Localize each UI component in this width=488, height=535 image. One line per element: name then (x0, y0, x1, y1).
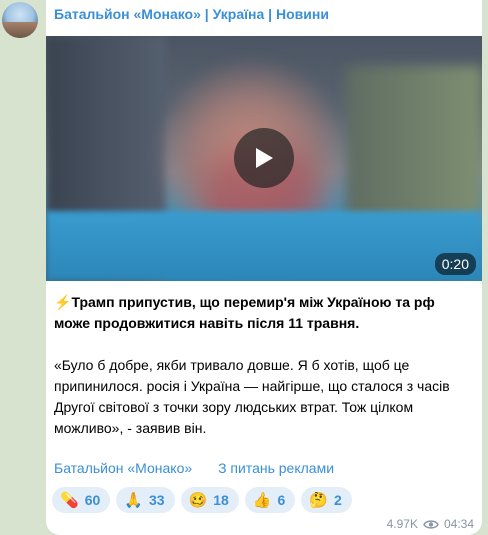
ads-link[interactable]: З питань реклами (218, 460, 334, 476)
pill-emoji-icon: 💊 (60, 491, 79, 509)
channel-avatar[interactable] (2, 2, 38, 38)
message-bubble: Батальйон «Монако» | Україна | Новини 0:… (46, 0, 482, 535)
reactions-bar: 💊 60 🙏 33 🥴 18 👍 6 🤔 2 (52, 487, 352, 513)
lightning-icon: ⚡ (54, 294, 72, 310)
reaction-pill[interactable]: 💊 60 (52, 487, 111, 513)
play-icon (256, 148, 273, 168)
view-count: 4.97K (386, 517, 418, 531)
channel-title[interactable]: Батальйон «Монако» | Україна | Новини (54, 6, 329, 22)
reaction-thumbs-up[interactable]: 👍 6 (244, 487, 296, 513)
video-preview[interactable]: 0:20 (46, 36, 482, 281)
post-text: ⚡Трамп припустив, що перемир'я між Украї… (54, 292, 474, 439)
post-links: Батальйон «Монако» З питань реклами (54, 460, 356, 476)
message-time: 04:34 (443, 517, 474, 531)
thinking-emoji-icon: 🤔 (309, 491, 328, 509)
pray-emoji-icon: 🙏 (124, 491, 143, 509)
avatar-image (2, 22, 38, 38)
channel-link[interactable]: Батальйон «Монако» (54, 460, 192, 476)
thumbs-up-emoji-icon: 👍 (252, 491, 272, 509)
woozy-emoji-icon: 🥴 (188, 491, 208, 509)
reaction-woozy[interactable]: 🥴 18 (180, 487, 239, 513)
reaction-thinking[interactable]: 🤔 2 (301, 487, 352, 513)
eye-icon (423, 519, 439, 529)
reaction-pray[interactable]: 🙏 33 (116, 487, 175, 513)
message-meta: 4.97K 04:34 (387, 517, 474, 531)
play-button[interactable] (234, 128, 294, 188)
video-duration: 0:20 (434, 253, 476, 275)
post-headline: ⚡Трамп припустив, що перемир'я між Украї… (54, 294, 435, 331)
post-quote: «Було б добре, якби тривало довше. Я б х… (54, 357, 450, 436)
